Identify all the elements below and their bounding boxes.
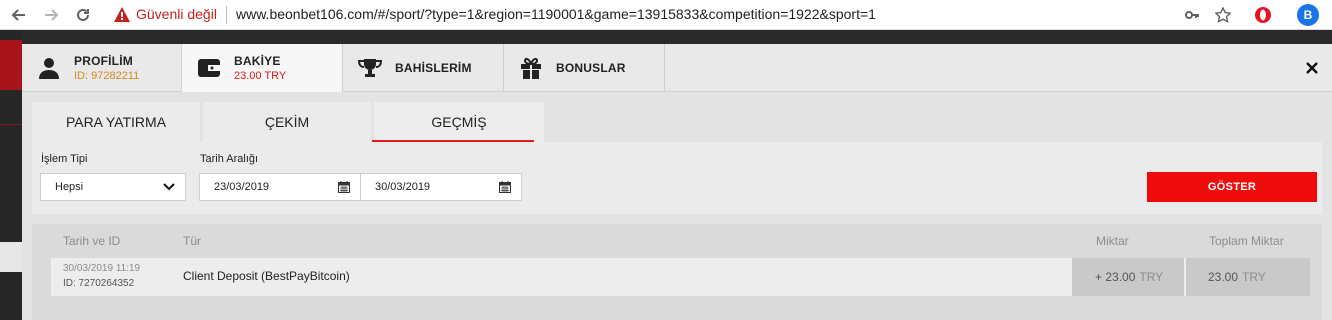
date-to-input[interactable]: 30/03/2019 (360, 173, 522, 201)
date-to-value: 30/03/2019 (375, 181, 431, 193)
background-divider (0, 124, 22, 125)
forward-button[interactable] (40, 4, 62, 26)
reload-icon (77, 8, 89, 21)
account-tabs: PROFİLİM ID: 97282211 BAKİYE 23.00 TRY B… (22, 44, 1332, 92)
opera-icon (1255, 7, 1271, 23)
close-button[interactable] (1302, 58, 1322, 78)
close-icon (1306, 62, 1318, 74)
arrow-right-icon (45, 9, 59, 21)
arrow-left-icon (11, 9, 25, 21)
transaction-type-label: İşlem Tipi (41, 153, 88, 165)
background-logo (0, 40, 22, 90)
subtab-withdraw[interactable]: ÇEKİM (203, 102, 371, 142)
back-button[interactable] (8, 4, 30, 26)
row-total-currency: TRY (1242, 270, 1266, 284)
header-total: Toplam Miktar (1209, 234, 1284, 248)
row-id: ID: 7270264352 (63, 278, 135, 289)
tab-my-bets-title: BAHİSLERİM (395, 61, 472, 75)
profile-id: ID: 97282211 (74, 70, 140, 82)
header-amount: Miktar (1096, 234, 1129, 248)
reload-button[interactable] (72, 4, 94, 26)
transaction-type-select[interactable]: Hepsi (40, 173, 186, 201)
warning-icon (114, 6, 130, 22)
row-total-cell: 23.00 TRY (1186, 258, 1310, 296)
table-row[interactable]: 30/03/2019 11:19 ID: 7270264352 Client D… (51, 258, 1310, 296)
row-type: Client Deposit (BestPayBitcoin) (183, 269, 350, 283)
tab-balance[interactable]: BAKİYE 23.00 TRY (182, 44, 343, 92)
profile-avatar[interactable]: B (1297, 4, 1319, 26)
tab-profile[interactable]: PROFİLİM ID: 97282211 (22, 44, 182, 92)
row-datetime: 30/03/2019 11:19 (63, 263, 141, 274)
tab-balance-title: BAKİYE (234, 54, 281, 68)
account-modal: PROFİLİM ID: 97282211 BAKİYE 23.00 TRY B… (22, 44, 1332, 320)
gift-icon (518, 57, 544, 79)
row-total: 23.00 (1208, 270, 1239, 284)
calendar-icon (338, 181, 350, 196)
key-button[interactable] (1182, 5, 1202, 25)
balance-subtabs: PARA YATIRMA ÇEKİM GEÇMİŞ (32, 102, 544, 142)
url-separator (226, 6, 227, 24)
transaction-type-value: Hepsi (55, 181, 84, 193)
row-amount-cell: + 23.00 TRY (1072, 258, 1184, 296)
history-filters: İşlem Tipi Hepsi Tarih Aralığı 23/03/201… (32, 142, 1322, 214)
date-range-label: Tarih Aralığı (200, 153, 259, 165)
key-icon (1185, 11, 1199, 19)
header-type: Tür (183, 234, 201, 248)
bookmark-button[interactable] (1213, 5, 1233, 25)
row-amount: + 23.00 (1095, 270, 1136, 284)
wallet-icon (196, 59, 222, 77)
star-icon (1215, 7, 1231, 23)
address-bar[interactable]: www.beonbet106.com/#/sport/?type=1&regio… (236, 6, 876, 22)
tab-profile-title: PROFİLİM (74, 54, 133, 68)
chevron-down-icon (163, 182, 175, 195)
opera-extension-button[interactable] (1253, 5, 1273, 25)
user-icon (36, 57, 62, 79)
background-box (0, 242, 22, 272)
calendar-icon (499, 181, 511, 196)
show-button[interactable]: GÖSTER (1147, 172, 1317, 202)
tab-my-bets[interactable]: BAHİSLERİM (343, 44, 504, 92)
header-date-id: Tarih ve ID (63, 234, 121, 248)
subtab-deposit[interactable]: PARA YATIRMA (32, 102, 200, 142)
tab-bonuses[interactable]: BONUSLAR (504, 44, 665, 92)
balance-value: 23.00 TRY (234, 70, 287, 82)
history-table: Tarih ve ID Tür Miktar Toplam Miktar 30/… (32, 224, 1322, 320)
subtab-history[interactable]: GEÇMİŞ (374, 102, 544, 142)
date-from-value: 23/03/2019 (214, 181, 270, 193)
browser-toolbar: Güvenli değil www.beonbet106.com/#/sport… (0, 0, 1332, 30)
row-amount-currency: TRY (1139, 270, 1164, 284)
date-from-input[interactable]: 23/03/2019 (199, 173, 361, 201)
tab-bonuses-title: BONUSLAR (556, 61, 626, 75)
trophy-icon (357, 58, 383, 78)
security-indicator[interactable]: Güvenli değil (114, 6, 217, 22)
security-label: Güvenli değil (136, 6, 217, 22)
